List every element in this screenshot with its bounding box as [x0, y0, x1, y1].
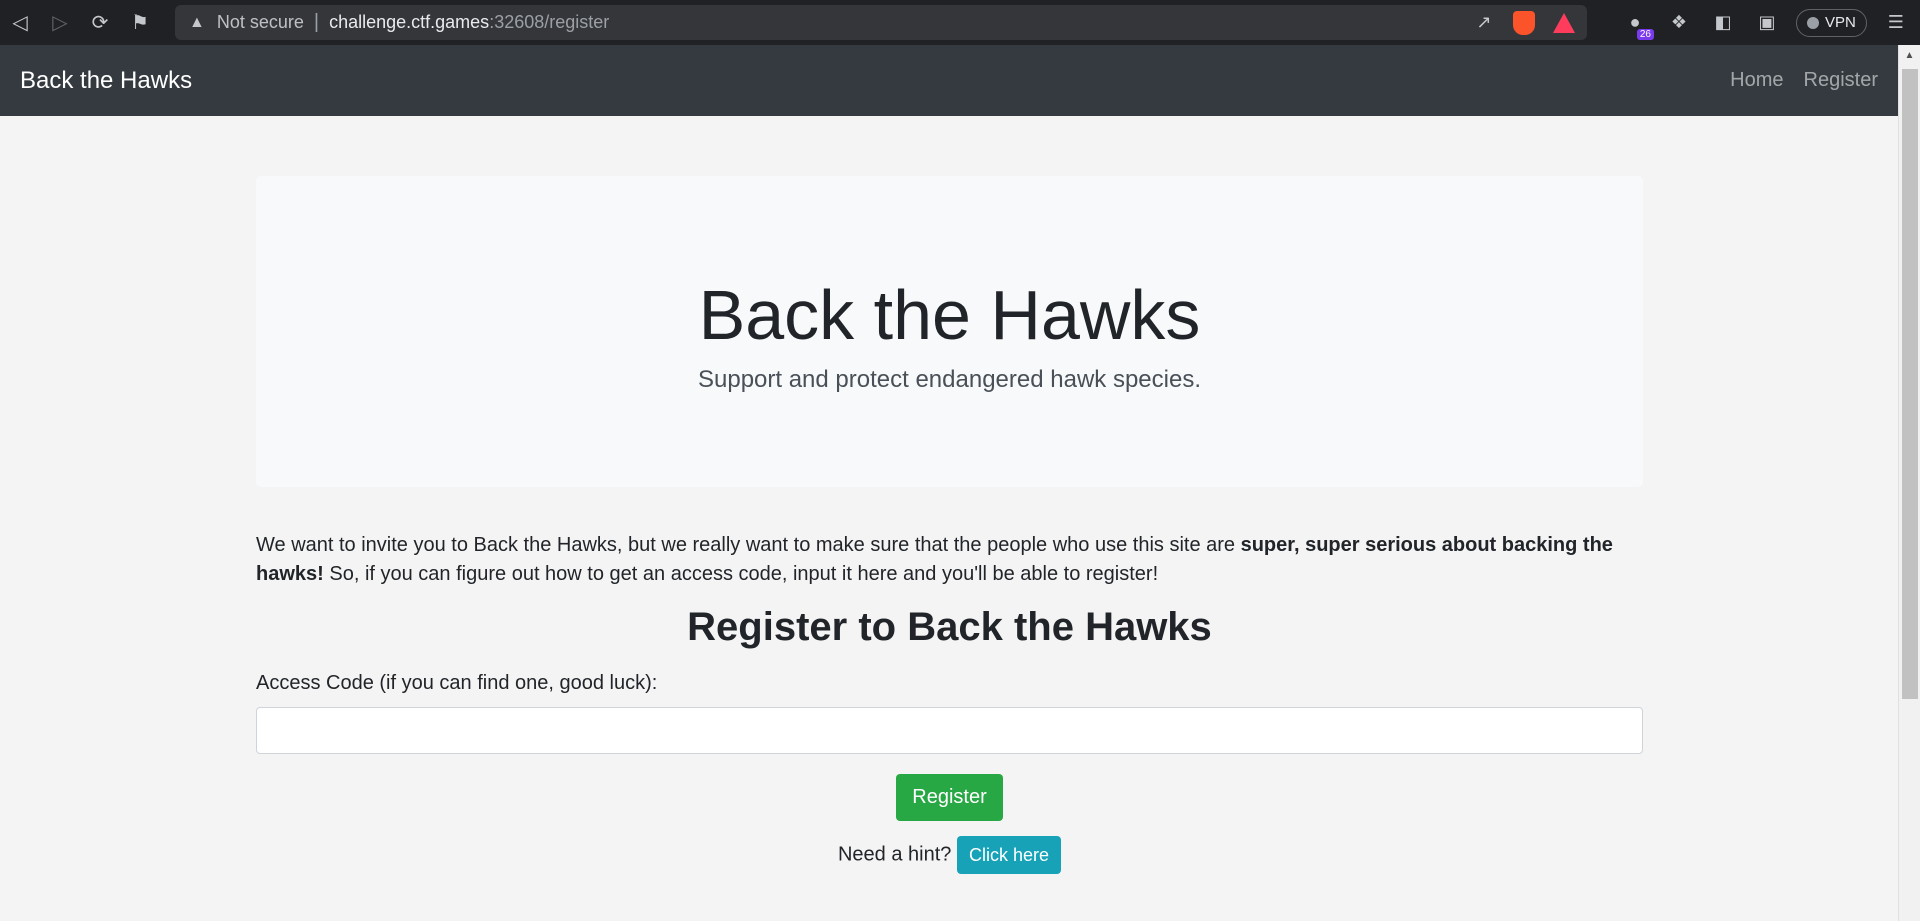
puzzle-icon[interactable]: ❖	[1664, 8, 1694, 38]
register-form: Access Code (if you can find one, good l…	[256, 672, 1643, 821]
register-heading: Register to Back the Hawks	[687, 605, 1212, 649]
share-icon[interactable]: ↗	[1471, 10, 1497, 36]
menu-icon[interactable]: ☰	[1881, 8, 1911, 38]
extension-badge: 26	[1636, 28, 1654, 40]
brave-shields-icon[interactable]	[1511, 10, 1537, 36]
address-separator: |	[313, 11, 320, 33]
site-brand[interactable]: Back the Hawks	[20, 67, 192, 95]
brave-rewards-icon[interactable]	[1551, 10, 1577, 36]
bookmark-icon[interactable]: ⚑	[120, 0, 160, 45]
forward-icon[interactable]: ▷	[40, 0, 80, 45]
scroll-up-icon[interactable]: ▲	[1899, 45, 1920, 65]
url-path: :32608/register	[489, 12, 610, 32]
nav-link-register[interactable]: Register	[1804, 69, 1878, 92]
warning-icon: ▲	[189, 13, 205, 31]
register-button[interactable]: Register	[896, 774, 1003, 821]
reload-icon[interactable]: ⟳	[80, 0, 120, 45]
intro-text-end: So, if you can figure out how to get an …	[323, 563, 1159, 585]
intro-text-start: We want to invite you to Back the Hawks,…	[256, 534, 1241, 556]
address-bar[interactable]: ▲ Not secure | challenge.ctf.games :3260…	[175, 5, 1587, 40]
hint-prompt: Need a hint?	[837, 843, 952, 866]
main-content: Back the Hawks Support and protect endan…	[256, 116, 1643, 874]
hint-button[interactable]: Click here	[956, 836, 1061, 874]
intro-paragraph: We want to invite you to Back the Hawks,…	[256, 531, 1643, 589]
nav-link-home[interactable]: Home	[1730, 69, 1783, 92]
nav-links: Home Register	[1730, 69, 1878, 92]
page-subtitle: Support and protect endangered hawk spec…	[697, 366, 1201, 393]
page-title: Back the Hawks	[698, 276, 1201, 354]
vpn-label: VPN	[1825, 14, 1856, 31]
access-code-input[interactable]	[256, 707, 1643, 754]
vpn-button[interactable]: VPN	[1796, 8, 1867, 37]
page-scrollbar[interactable]: ▲	[1898, 45, 1920, 921]
access-code-label: Access Code (if you can find one, good l…	[256, 672, 658, 694]
jumbotron: Back the Hawks Support and protect endan…	[256, 176, 1643, 487]
sidebar-icon[interactable]: ◧	[1708, 8, 1738, 38]
hint-row: Need a hint? Click here	[256, 836, 1643, 874]
back-icon[interactable]: ◁	[0, 0, 40, 45]
url-host: challenge.ctf.games	[329, 12, 490, 32]
site-navbar: Back the Hawks Home Register	[0, 45, 1898, 116]
wallet-icon[interactable]: ▣	[1752, 8, 1782, 38]
browser-toolbar: ◁ ▷ ⟳ ⚑ ▲ Not secure | challenge.ctf.gam…	[0, 0, 1920, 45]
vpn-status-icon	[1807, 16, 1819, 29]
extension-icon[interactable]: ● 26	[1620, 8, 1654, 40]
scroll-thumb[interactable]	[1902, 69, 1918, 699]
security-label: Not secure	[216, 12, 304, 32]
